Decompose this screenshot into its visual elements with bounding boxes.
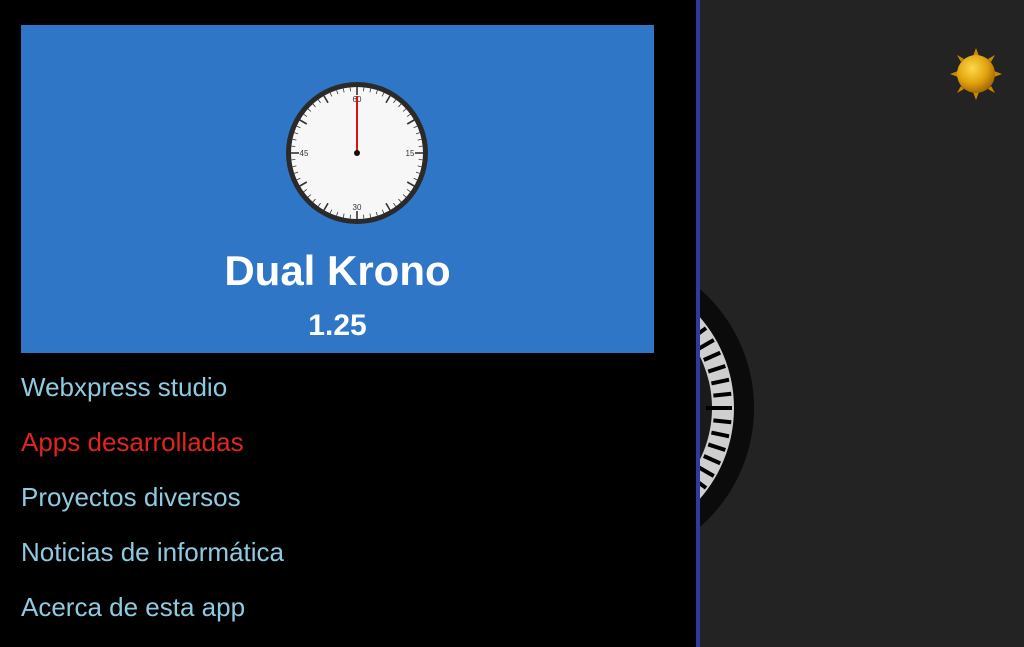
svg-text:30: 30 [353, 203, 362, 212]
svg-text:15: 15 [406, 149, 415, 158]
drawer-menu: Webxpress studio Apps desarrolladas Proy… [21, 360, 661, 635]
app-screen: 60 15 30 45 Dual Krono 1.25 Webxpress st… [0, 0, 1024, 647]
sun-icon[interactable] [948, 46, 1004, 102]
menu-item-webxpress-studio[interactable]: Webxpress studio [21, 360, 661, 415]
app-name: Dual Krono [224, 247, 451, 294]
menu-item-proyectos-diversos[interactable]: Proyectos diversos [21, 470, 661, 525]
menu-item-noticias-informatica[interactable]: Noticias de informática [21, 525, 661, 580]
menu-item-apps-desarrolladas[interactable]: Apps desarrolladas [21, 415, 661, 470]
menu-item-acerca-app[interactable]: Acerca de esta app [21, 580, 661, 635]
stopwatch-clock-icon: 60 15 30 45 [286, 82, 428, 224]
drawer-header: 60 15 30 45 Dual Krono 1.25 [21, 25, 654, 353]
app-version: 1.25 [308, 309, 367, 342]
navigation-drawer: 60 15 30 45 Dual Krono 1.25 Webxpress st… [0, 0, 700, 647]
svg-text:45: 45 [300, 149, 309, 158]
